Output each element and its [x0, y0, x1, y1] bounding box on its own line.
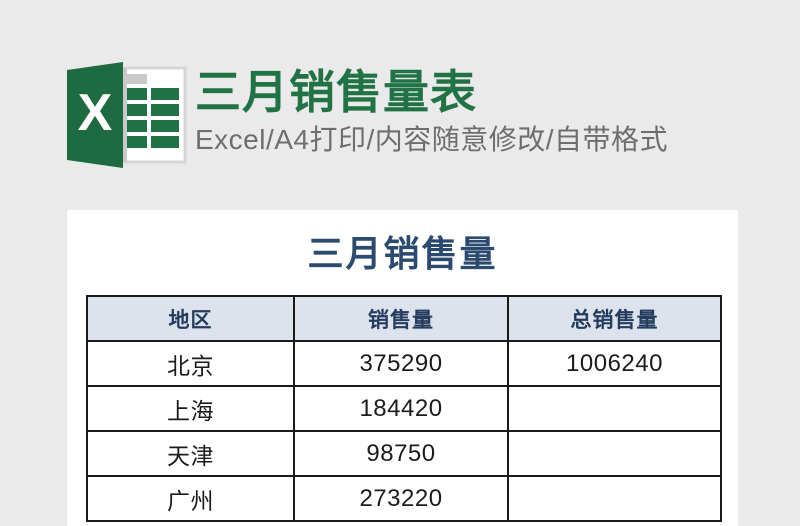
table-body: 北京 375290 1006240 上海 184420 天津 98750 广州 … — [86, 340, 722, 522]
cell-sales: 98750 — [293, 430, 509, 477]
cell-total — [507, 475, 722, 522]
cell-sales: 273220 — [293, 475, 509, 522]
sales-table: 地区 销售量 总销售量 北京 375290 1006240 上海 184420 — [86, 295, 722, 522]
column-header-region: 地区 — [86, 295, 295, 342]
banner-text-block: 三月销售量表 Excel/A4打印/内容随意修改/自带格式 — [195, 62, 668, 158]
table-row: 广州 273220 — [86, 475, 722, 522]
cell-region: 天津 — [86, 430, 295, 477]
document-sheet: 三月销售量 地区 销售量 总销售量 北京 375290 1006240 上海 1… — [67, 210, 738, 526]
banner-subtitle: Excel/A4打印/内容随意修改/自带格式 — [195, 124, 669, 155]
table-header: 地区 销售量 总销售量 — [86, 295, 722, 342]
sales-table-container: 地区 销售量 总销售量 北京 375290 1006240 上海 184420 — [86, 295, 722, 522]
cell-region: 广州 — [86, 475, 295, 522]
excel-logo-letter: X — [78, 84, 113, 142]
cell-sales: 375290 — [293, 340, 509, 387]
table-row: 北京 375290 1006240 — [86, 340, 722, 387]
banner: X 三月销售量表 Excel/A4打印/内容随意修改/自带格式 — [67, 62, 668, 168]
banner-title: 三月销售量表 — [195, 66, 477, 118]
page-root: X 三月销售量表 Excel/A4打印/内容随意修改/自带格式 三月销售量 地区 — [0, 0, 800, 526]
cell-region: 北京 — [86, 340, 295, 387]
cell-total — [507, 430, 722, 477]
column-header-sales: 销售量 — [293, 295, 509, 342]
table-row: 天津 98750 — [86, 430, 722, 477]
cell-total: 1006240 — [507, 340, 722, 387]
table-header-row: 地区 销售量 总销售量 — [86, 295, 722, 342]
cell-sales: 184420 — [293, 385, 509, 432]
table-row: 上海 184420 — [86, 385, 722, 432]
cell-region: 上海 — [86, 385, 295, 432]
document-title: 三月销售量 — [307, 233, 498, 274]
excel-logo-icon: X — [67, 62, 187, 168]
column-header-total: 总销售量 — [507, 295, 722, 342]
cell-total — [507, 385, 722, 432]
